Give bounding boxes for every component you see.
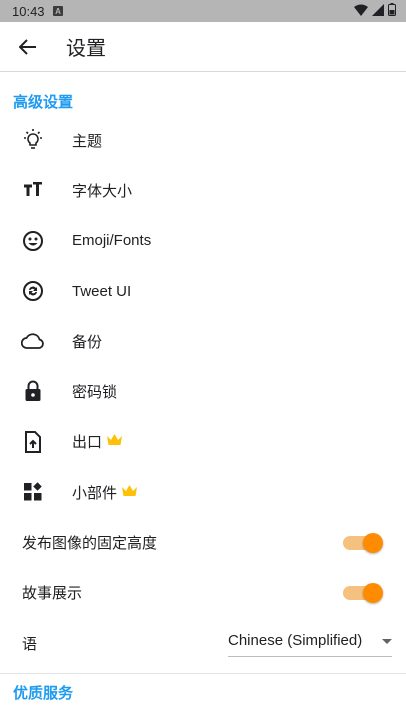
setting-widgets-label: 小部件 — [72, 484, 118, 502]
a-icon: A — [52, 4, 63, 19]
setting-fixed-image-height-label: 发布图像的固定高度 — [22, 535, 158, 553]
cloud-icon — [21, 329, 45, 353]
dropdown-arrow-icon — [382, 632, 392, 649]
setting-backup[interactable]: 备份 — [0, 316, 406, 366]
divider — [0, 673, 406, 675]
svg-text:A: A — [55, 7, 61, 16]
text-size-icon — [21, 178, 45, 202]
app-bar: 设置 — [0, 22, 406, 72]
setting-backup-label: 备份 — [72, 333, 103, 351]
battery-icon — [388, 3, 396, 19]
lightbulb-icon — [21, 128, 45, 152]
emoji-icon — [21, 229, 45, 253]
page-title: 设置 — [66, 38, 106, 60]
fixed-image-height-toggle[interactable] — [343, 532, 383, 553]
setting-language-label: 语 — [22, 635, 38, 653]
setting-export[interactable]: 出口 — [0, 417, 406, 467]
setting-emoji-fonts-label: Emoji/Fonts — [72, 232, 152, 250]
setting-story-display-label: 故事展示 — [22, 585, 83, 603]
setting-passcode-lock-label: 密码锁 — [72, 384, 118, 402]
setting-language: 语 Chinese (Simplified) — [0, 618, 406, 668]
back-arrow-icon[interactable] — [16, 35, 40, 59]
setting-widgets[interactable]: 小部件 — [0, 467, 406, 517]
wifi-icon — [354, 4, 368, 19]
lock-icon — [21, 379, 45, 403]
setting-export-label: 出口 — [72, 434, 103, 452]
setting-theme[interactable]: 主题 — [0, 115, 406, 165]
setting-passcode-lock[interactable]: 密码锁 — [0, 366, 406, 416]
signal-icon — [372, 3, 384, 19]
setting-theme-label: 主题 — [72, 132, 103, 150]
story-display-toggle[interactable] — [343, 582, 383, 603]
setting-font-size[interactable]: 字体大小 — [0, 165, 406, 215]
sync-icon — [21, 279, 45, 303]
status-bar: 10:43 A — [0, 0, 406, 22]
widgets-icon — [21, 480, 45, 504]
setting-font-size-label: 字体大小 — [72, 182, 133, 200]
section-title-premium: 优质服务 — [13, 685, 74, 703]
setting-tweet-ui[interactable]: Tweet UI — [0, 266, 406, 316]
section-title-advanced: 高级设置 — [13, 94, 74, 111]
file-upload-icon — [21, 430, 45, 454]
setting-emoji-fonts[interactable]: Emoji/Fonts — [0, 216, 406, 266]
status-time: 10:43 — [12, 3, 45, 19]
language-select-value: Chinese (Simplified) — [228, 632, 363, 650]
language-select[interactable]: Chinese (Simplified) — [228, 626, 392, 657]
crown-icon — [106, 433, 123, 450]
crown-icon — [121, 484, 138, 501]
setting-fixed-image-height: 发布图像的固定高度 — [0, 517, 406, 567]
setting-tweet-ui-label: Tweet UI — [72, 282, 132, 300]
setting-story-display: 故事展示 — [0, 568, 406, 618]
